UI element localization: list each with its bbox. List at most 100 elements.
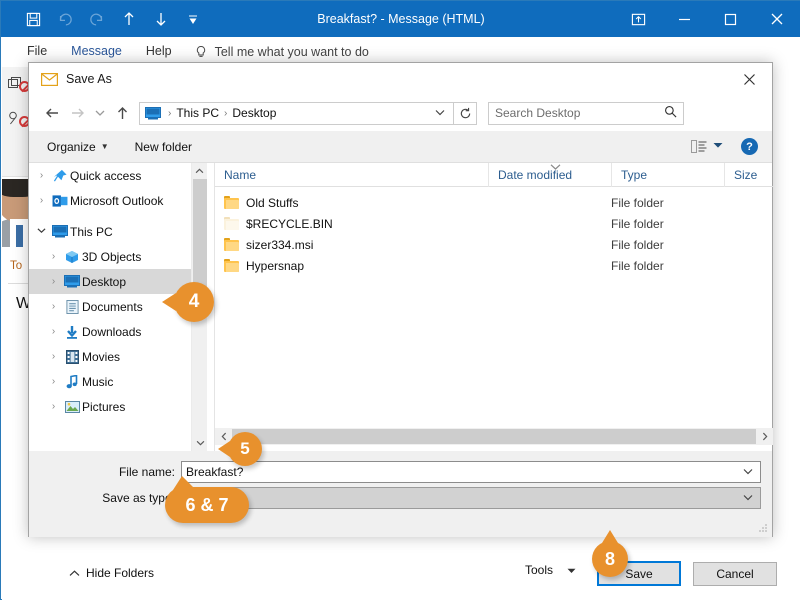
file-name-label: $RECYCLE.BIN xyxy=(246,216,333,231)
address-bar[interactable]: › This PC › Desktop xyxy=(139,101,454,125)
save-icon[interactable] xyxy=(17,4,49,34)
3d-objects-icon xyxy=(62,250,82,264)
minimize-button[interactable] xyxy=(661,1,707,37)
column-header-type[interactable]: Type xyxy=(611,162,724,187)
previous-item-icon[interactable] xyxy=(113,4,145,34)
nav-item-downloads[interactable]: › Downloads xyxy=(29,319,191,344)
nav-label: Downloads xyxy=(82,324,142,339)
up-one-level-button[interactable] xyxy=(109,100,135,126)
envelope-icon xyxy=(41,72,59,86)
pictures-icon xyxy=(62,400,82,413)
file-name-cell[interactable]: sizer334.msi xyxy=(215,238,488,252)
nav-item-3d-objects[interactable]: › 3D Objects xyxy=(29,244,191,269)
cancel-button[interactable]: Cancel xyxy=(693,562,777,586)
table-row[interactable]: Hypersnap File folder xyxy=(215,255,773,276)
scroll-right-icon[interactable] xyxy=(756,428,773,445)
desktop-icon xyxy=(62,275,82,288)
nav-item-quick-access[interactable]: › Quick access xyxy=(29,163,191,188)
breadcrumb-this-pc[interactable]: This PC xyxy=(174,106,221,120)
scroll-down-icon[interactable] xyxy=(192,435,208,451)
nav-item-pictures[interactable]: › Pictures xyxy=(29,394,191,419)
sidebar-item-desktop[interactable]: › Desktop xyxy=(29,269,191,294)
expander-icon[interactable]: › xyxy=(45,251,62,262)
file-type-cell: File folder xyxy=(611,258,664,273)
organize-label: Organize xyxy=(47,139,96,154)
breadcrumb-desktop[interactable]: Desktop xyxy=(230,106,278,120)
dialog-title-label: Save As xyxy=(66,72,112,86)
view-layout-icon xyxy=(691,140,707,153)
tools-button[interactable]: Tools xyxy=(525,563,576,577)
column-header-name[interactable]: Name xyxy=(215,163,488,187)
address-dropdown-icon[interactable] xyxy=(435,108,451,119)
star-pin-icon xyxy=(50,169,70,183)
block-sender-icon[interactable] xyxy=(8,77,30,96)
file-list-pane: Name Date modified Type Size Old Stuffs … xyxy=(214,162,773,451)
scrollbar-thumb[interactable] xyxy=(193,179,207,287)
save-as-type-select[interactable]: Text Only xyxy=(181,487,761,509)
junk-sender-icon[interactable] xyxy=(8,111,30,131)
nav-item-microsoft-outlook[interactable]: › Microsoft Outlook xyxy=(29,188,191,213)
file-name-cell[interactable]: $RECYCLE.BIN xyxy=(215,217,488,231)
chevron-down-icon: ▼ xyxy=(100,142,109,151)
nav-item-this-pc[interactable]: This PC xyxy=(29,219,191,244)
chevron-down-icon[interactable] xyxy=(743,493,756,504)
expander-icon[interactable]: › xyxy=(33,170,50,181)
expander-icon[interactable]: › xyxy=(45,401,62,412)
refresh-button[interactable] xyxy=(454,101,477,125)
organize-button[interactable]: Organize ▼ xyxy=(40,140,116,154)
chevron-up-icon xyxy=(69,566,80,580)
maximize-button[interactable] xyxy=(707,1,753,37)
customize-quick-access-icon[interactable] xyxy=(177,4,209,34)
forward-button[interactable] xyxy=(65,100,91,126)
tab-help[interactable]: Help xyxy=(134,40,184,64)
expander-icon[interactable]: › xyxy=(45,276,62,287)
expander-icon[interactable]: › xyxy=(45,301,62,312)
file-list-horizontal-scrollbar[interactable] xyxy=(215,428,773,445)
callout-step-8: 8 xyxy=(592,530,628,577)
file-list: Old Stuffs File folder $RECYCLE.BIN File… xyxy=(215,187,773,276)
search-input[interactable]: Search Desktop xyxy=(488,101,684,125)
scrollbar-thumb[interactable] xyxy=(232,429,756,444)
view-chevron-down-icon[interactable] xyxy=(713,142,723,151)
nav-label: 3D Objects xyxy=(82,249,142,264)
hide-folders-button[interactable]: Hide Folders xyxy=(69,566,154,580)
redo-icon[interactable] xyxy=(81,4,113,34)
table-row[interactable]: Old Stuffs File folder xyxy=(215,192,773,213)
column-header-size[interactable]: Size xyxy=(724,162,773,187)
nav-item-music[interactable]: › Music xyxy=(29,369,191,394)
scroll-up-icon[interactable] xyxy=(192,163,207,179)
nav-item-movies[interactable]: › Movies xyxy=(29,344,191,369)
table-row[interactable]: $RECYCLE.BIN File folder xyxy=(215,213,773,234)
resize-grip[interactable] xyxy=(758,523,768,533)
expander-icon[interactable] xyxy=(33,226,50,237)
file-name-cell[interactable]: Old Stuffs xyxy=(215,196,488,210)
chevron-down-icon[interactable] xyxy=(743,467,756,478)
search-icon[interactable] xyxy=(664,105,677,121)
file-type-cell: File folder xyxy=(611,195,664,210)
file-name-cell[interactable]: Hypersnap xyxy=(215,259,488,273)
new-folder-button[interactable]: New folder xyxy=(128,140,199,154)
column-label: Name xyxy=(224,167,257,182)
tab-message[interactable]: Message xyxy=(59,40,134,64)
recent-locations-button[interactable] xyxy=(91,100,109,126)
expander-icon[interactable]: › xyxy=(45,376,62,387)
back-button[interactable] xyxy=(39,100,65,126)
tab-file[interactable]: File xyxy=(15,40,59,64)
next-item-icon[interactable] xyxy=(145,4,177,34)
help-button[interactable]: ? xyxy=(741,138,758,155)
expander-icon[interactable]: › xyxy=(45,326,62,337)
ribbon-display-options-icon[interactable] xyxy=(615,1,661,37)
table-row[interactable]: sizer334.msi File folder xyxy=(215,234,773,255)
quick-access-toolbar xyxy=(1,4,209,34)
undo-icon[interactable] xyxy=(49,4,81,34)
close-button[interactable] xyxy=(753,1,800,37)
file-name-input[interactable]: Breakfast? xyxy=(181,461,761,483)
expander-icon[interactable]: › xyxy=(45,351,62,362)
change-view-button[interactable] xyxy=(691,140,727,153)
callout-label: 8 xyxy=(604,548,615,569)
callout-tail xyxy=(218,441,230,457)
expander-icon[interactable]: › xyxy=(33,195,50,206)
tell-me-search[interactable]: Tell me what you want to do xyxy=(194,45,369,59)
column-header-date-modified[interactable]: Date modified xyxy=(488,162,611,187)
dialog-close-button[interactable] xyxy=(726,63,772,95)
